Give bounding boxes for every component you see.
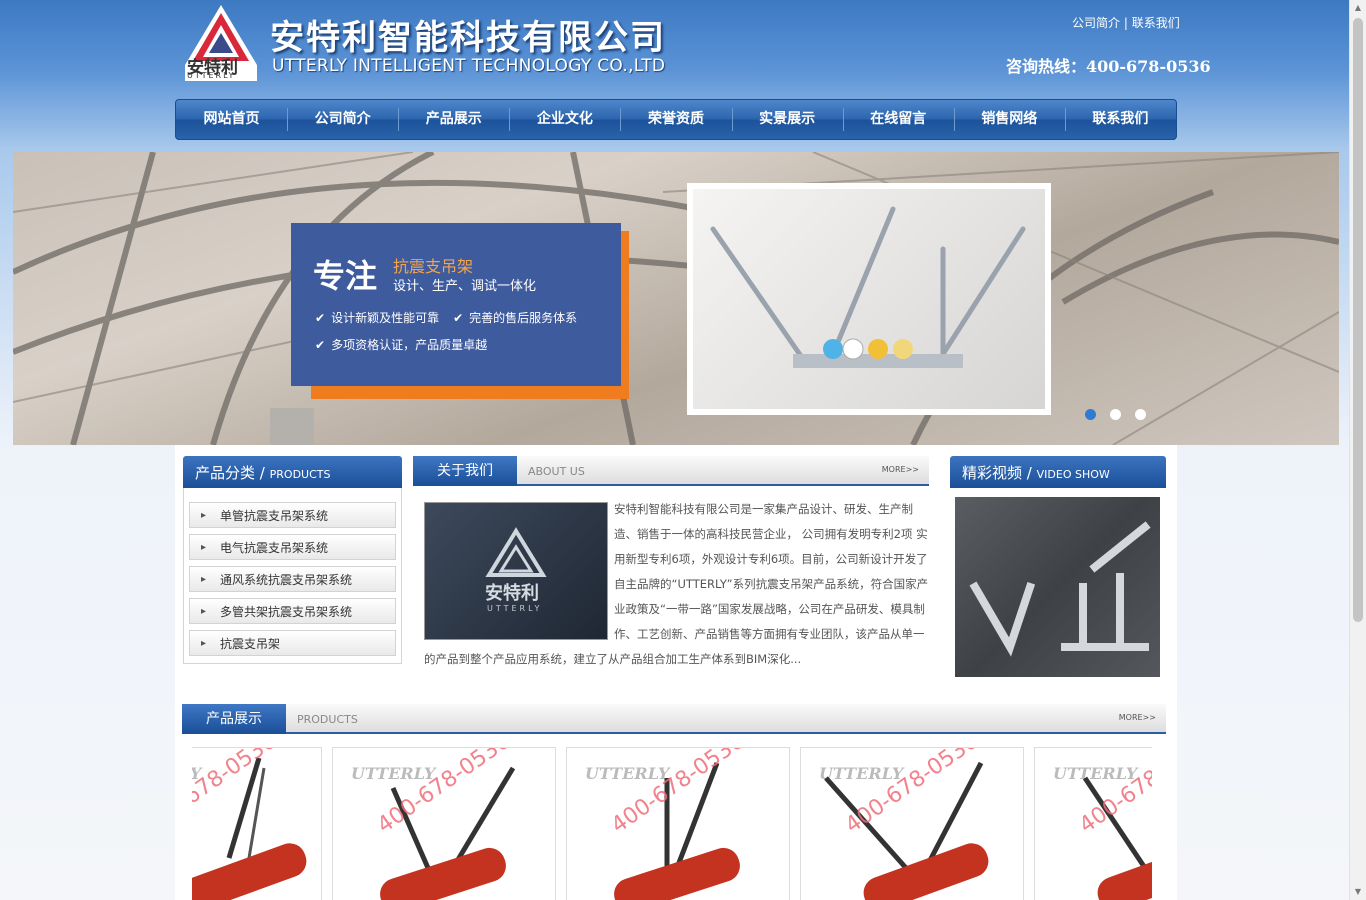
categories-title-en: PRODUCTS <box>269 468 331 481</box>
chevron-right-icon: ▸ <box>201 510 207 521</box>
banner-slider[interactable]: 专注 抗震支吊架 设计、生产、调试一体化 ✔ 设计新颖及性能可靠 ✔ 完善的售后服务… <box>13 152 1339 445</box>
about-tab-en: ABOUT US <box>528 465 585 478</box>
top-links: 公司简介 | 联系我们 <box>1072 14 1180 31</box>
video-title-en: VIDEO SHOW <box>1036 468 1110 481</box>
nav-item-message[interactable]: 在线留言 <box>842 100 954 139</box>
nav-item-about[interactable]: 公司简介 <box>287 100 398 139</box>
products-tabbar: 产品展示 PRODUCTS MORE>> <box>182 704 1166 734</box>
about-tabbar: 关于我们 ABOUT US MORE>> <box>413 456 929 486</box>
promo-subtitle: 设计、生产、调试一体化 <box>393 279 537 294</box>
banner-tab-decor <box>270 408 314 445</box>
check-icon: ✔ <box>453 311 464 325</box>
slider-dots <box>1085 409 1146 420</box>
scrollbar-thumb[interactable] <box>1353 18 1363 622</box>
category-item[interactable]: ▸ 电气抗震支吊架系统 <box>189 534 396 560</box>
promo-point-2: 完善的售后服务体系 <box>469 311 578 325</box>
promo-point-1: 设计新颖及性能可靠 <box>331 311 440 325</box>
logo-text-en: UTTERLY <box>187 71 236 80</box>
nav-item-showcase[interactable]: 实景展示 <box>731 100 843 139</box>
promo-point-3: 多项资格认证，产品质量卓越 <box>331 338 488 352</box>
products-more-link[interactable]: MORE>> <box>1119 713 1156 722</box>
chevron-right-icon: ▸ <box>201 542 207 553</box>
scroll-down-icon[interactable]: ▼ <box>1350 884 1366 900</box>
category-item[interactable]: ▸ 抗震支吊架 <box>189 630 396 656</box>
banner-product-image <box>687 183 1051 415</box>
about-tab[interactable]: 关于我们 <box>413 456 517 486</box>
products-tab-en: PRODUCTS <box>297 713 358 726</box>
categories-header: 产品分类 / PRODUCTS <box>183 456 402 488</box>
nav-item-products[interactable]: 产品展示 <box>398 100 509 139</box>
company-name-cn: 安特利智能科技有限公司 <box>270 18 666 58</box>
nav-item-honors[interactable]: 荣誉资质 <box>620 100 731 139</box>
nav-item-sales[interactable]: 销售网络 <box>953 100 1065 139</box>
categories-panel: ▸ 单管抗震支吊架系统 ▸ 电气抗震支吊架系统 ▸ 通风系统抗震支吊架系统 ▸ 多管共架… <box>183 488 402 664</box>
top-link-contact[interactable]: 联系我们 <box>1132 16 1180 30</box>
chevron-right-icon: ▸ <box>201 574 207 585</box>
category-label: 抗震支吊架 <box>220 637 281 651</box>
promo-points: ✔ 设计新颖及性能可靠 ✔ 完善的售后服务体系 ✔ 多项资格认证，产品质量卓越 <box>315 309 577 363</box>
about-description: 安特利智能科技有限公司是一家集产品设计、研发、生产制造、销售于一体的高科技民营企… <box>424 497 929 672</box>
product-carousel: UTTERLY 400-678-0536 UTTERLY 400-678-053… <box>192 747 1152 900</box>
nav-item-culture[interactable]: 企业文化 <box>509 100 620 139</box>
company-logo[interactable]: 安特利 UTTERLY <box>183 3 259 83</box>
product-card[interactable]: UTTERLY 400-678-0536 <box>332 747 556 900</box>
scroll-up-icon[interactable]: ▲ <box>1350 0 1366 16</box>
top-link-separator: | <box>1123 16 1128 30</box>
promo-panel: 专注 抗震支吊架 设计、生产、调试一体化 ✔ 设计新颖及性能可靠 ✔ 完善的售后服务… <box>291 223 621 386</box>
top-link-about[interactable]: 公司简介 <box>1072 16 1120 30</box>
slider-dot-2[interactable] <box>1110 409 1121 420</box>
category-label: 多管共架抗震支吊架系统 <box>220 605 353 619</box>
nav-item-contact[interactable]: 联系我们 <box>1064 100 1176 139</box>
video-header: 精彩视频 / VIDEO SHOW <box>950 456 1166 488</box>
product-card[interactable]: UTTERLY 400-678-0536 <box>1034 747 1152 900</box>
category-item[interactable]: ▸ 单管抗震支吊架系统 <box>189 502 396 528</box>
product-card[interactable]: UTTERLY 400-678-0536 <box>800 747 1024 900</box>
product-card[interactable]: UTTERLY 400-678-0536 <box>192 747 322 900</box>
about-more-link[interactable]: MORE>> <box>882 465 919 474</box>
hotline: 咨询热线：400-678-0536 <box>1006 57 1211 76</box>
check-icon: ✔ <box>315 338 326 352</box>
product-card[interactable]: UTTERLY 400-678-0536 <box>566 747 790 900</box>
categories-title-slash: / <box>259 464 265 482</box>
category-label: 通风系统抗震支吊架系统 <box>220 573 353 587</box>
main-nav: 网站首页 公司简介 产品展示 企业文化 荣誉资质 实景展示 在线留言 销售网络 … <box>175 99 1177 140</box>
company-name-en: UTTERLY INTELLIGENT TECHNOLOGY CO.,LTD <box>272 56 666 76</box>
banner-background-graphic <box>13 152 1339 445</box>
category-label: 单管抗震支吊架系统 <box>220 509 329 523</box>
video-title-slash: / <box>1026 464 1032 482</box>
check-icon: ✔ <box>315 311 326 325</box>
slider-dot-3[interactable] <box>1135 409 1146 420</box>
chevron-right-icon: ▸ <box>201 606 207 617</box>
promo-big-word: 专注 <box>313 257 378 295</box>
category-label: 电气抗震支吊架系统 <box>220 541 329 555</box>
category-item[interactable]: ▸ 通风系统抗震支吊架系统 <box>189 566 396 592</box>
categories-title: 产品分类 <box>195 464 256 482</box>
chevron-right-icon: ▸ <box>201 638 207 649</box>
video-player[interactable] <box>955 497 1160 677</box>
promo-title: 抗震支吊架 <box>393 257 474 276</box>
slider-dot-1[interactable] <box>1085 409 1096 420</box>
video-title: 精彩视频 <box>962 464 1023 482</box>
page-scrollbar[interactable]: ▲ ▼ <box>1349 0 1366 900</box>
nav-item-home[interactable]: 网站首页 <box>176 100 287 139</box>
products-tab[interactable]: 产品展示 <box>182 704 286 734</box>
category-item[interactable]: ▸ 多管共架抗震支吊架系统 <box>189 598 396 624</box>
